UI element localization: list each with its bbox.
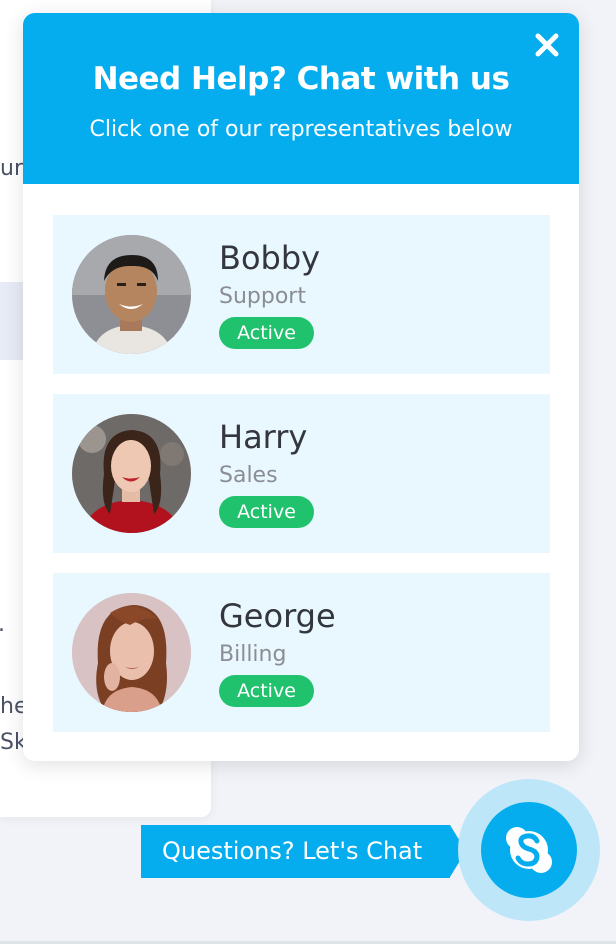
agent-name: Bobby [219, 239, 321, 277]
woman-brown-hair-portrait-avatar [72, 593, 191, 712]
chat-widget-header: Need Help? Chat with us Click one of our… [23, 13, 579, 184]
avatar [72, 235, 191, 354]
skype-icon [506, 827, 552, 873]
close-icon [535, 33, 559, 57]
chat-widget-title: Need Help? Chat with us [92, 61, 510, 97]
agent-card-harry[interactable]: Harry Sales Active [53, 394, 550, 553]
agent-card-george[interactable]: George Billing Active [53, 573, 550, 732]
status-badge: Active [219, 496, 314, 528]
agent-name: George [219, 597, 336, 635]
chat-launcher-button[interactable] [481, 802, 577, 898]
close-button[interactable] [532, 30, 562, 60]
agent-role: Billing [219, 642, 287, 667]
chat-widget-subtitle: Click one of our representatives below [89, 117, 513, 142]
agent-card-bobby[interactable]: Bobby Support Active [53, 215, 550, 374]
chat-cta-banner[interactable]: Questions? Let's Chat [141, 825, 450, 878]
chat-cta-label: Questions? Let's Chat [162, 837, 423, 865]
woman-red-top-portrait-avatar [72, 414, 191, 533]
agent-name: Harry [219, 418, 308, 456]
background-text: . [0, 612, 5, 637]
avatar [72, 593, 191, 712]
status-badge: Active [219, 317, 314, 349]
status-badge: Active [219, 675, 314, 707]
agent-list: Bobby Support Active Harry Sales Active … [53, 215, 550, 752]
chat-widget-panel: Need Help? Chat with us Click one of our… [23, 13, 579, 761]
agent-role: Support [219, 284, 306, 309]
man-portrait-avatar [72, 235, 191, 354]
avatar [72, 414, 191, 533]
agent-role: Sales [219, 463, 278, 488]
